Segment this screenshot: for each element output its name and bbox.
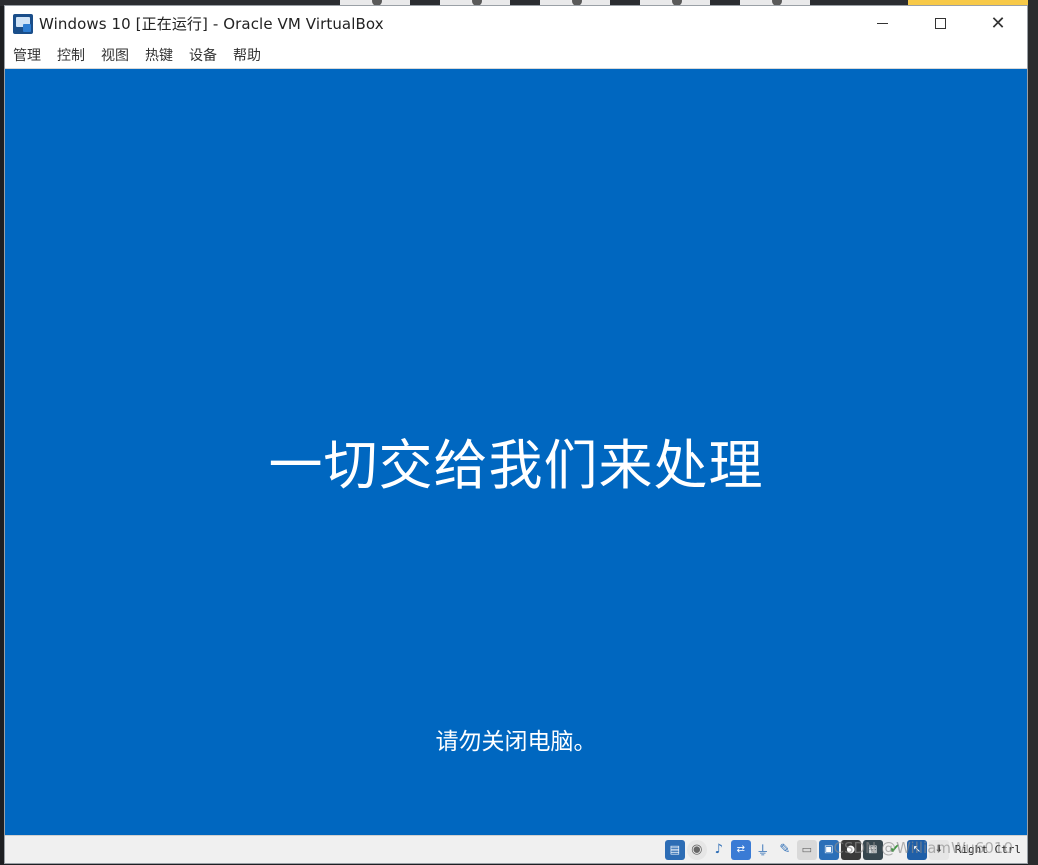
menu-bar: 管理 控制 视图 热键 设备 帮助 bbox=[5, 41, 1027, 69]
optical-drive-icon[interactable]: ◉ bbox=[686, 839, 707, 860]
setup-subtext: 请勿关闭电脑。 bbox=[435, 729, 597, 755]
status-bar: CSDN @WilliamWu6010 ▤ ◉ ♪ ⇄ ⏚ ✎ ▭ ▣ ● ▦ … bbox=[5, 835, 1027, 863]
vt-x-icon: ✔ bbox=[889, 842, 901, 857]
title-bar[interactable]: Windows 10 [正在运行] - Oracle VM VirtualBox… bbox=[5, 6, 1027, 41]
virtualbox-window: Windows 10 [正在运行] - Oracle VM VirtualBox… bbox=[4, 5, 1028, 864]
shared-folder-icon[interactable]: ▭ bbox=[796, 839, 817, 860]
minimize-button[interactable] bbox=[853, 6, 911, 41]
virtualbox-app-icon bbox=[13, 13, 33, 34]
close-button[interactable]: ✕ bbox=[969, 6, 1027, 41]
host-key-label: Right Ctrl bbox=[954, 843, 1021, 856]
cpu-icon[interactable]: ▦ bbox=[862, 839, 883, 860]
recording-icon[interactable]: ● bbox=[840, 839, 861, 860]
menu-hotkeys[interactable]: 热键 bbox=[145, 45, 173, 65]
vm-display[interactable]: 一切交给我们来处理 请勿关闭电脑。 bbox=[5, 69, 1027, 835]
setup-heading: 一切交给我们来处理 bbox=[268, 434, 764, 497]
close-icon: ✕ bbox=[990, 12, 1006, 34]
keyboard-capture-icon[interactable]: ⬇ bbox=[928, 839, 949, 860]
window-title: Windows 10 [正在运行] - Oracle VM VirtualBox bbox=[39, 15, 384, 33]
maximize-button[interactable] bbox=[911, 6, 969, 41]
menu-help[interactable]: 帮助 bbox=[233, 45, 261, 65]
mouse-integration-icon[interactable]: ↖ bbox=[906, 839, 927, 860]
network-icon[interactable]: ⇄ bbox=[730, 839, 751, 860]
usb-icon[interactable]: ⏚ bbox=[753, 840, 773, 860]
hard-disk-icon[interactable]: ▤ bbox=[664, 839, 685, 860]
display-icon[interactable]: ▣ bbox=[818, 839, 839, 860]
host-desktop-edge bbox=[1028, 0, 1038, 865]
menu-control[interactable]: 控制 bbox=[57, 45, 85, 65]
status-icons: ▤ ◉ ♪ ⇄ ⏚ ✎ ▭ ▣ ● ▦ ✔ ↖ ⬇ bbox=[664, 839, 949, 860]
audio-icon[interactable]: ♪ bbox=[709, 840, 729, 860]
shared-clipboard-icon[interactable]: ✎ bbox=[775, 840, 795, 860]
maximize-icon bbox=[934, 18, 946, 29]
menu-view[interactable]: 视图 bbox=[101, 45, 129, 65]
minimize-icon bbox=[876, 23, 888, 24]
window-controls: ✕ bbox=[853, 6, 1027, 41]
menu-manage[interactable]: 管理 bbox=[13, 45, 41, 65]
menu-devices[interactable]: 设备 bbox=[189, 45, 217, 65]
